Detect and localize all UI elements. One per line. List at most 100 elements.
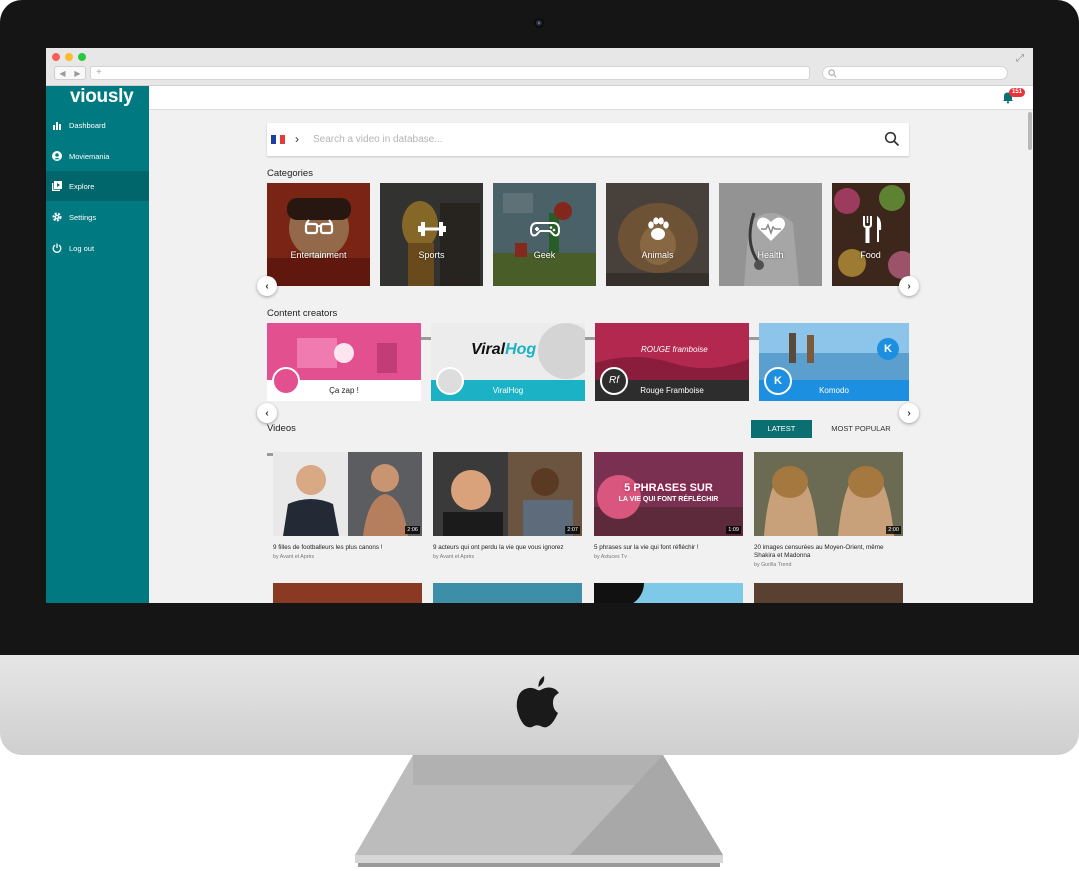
video-overlay-text: 5 PHRASES SUR [624, 482, 713, 494]
category-label: Animals [641, 250, 674, 260]
scrollbar-thumb[interactable] [1028, 112, 1032, 150]
page-scrollbar[interactable] [1027, 110, 1033, 603]
creators-next-button[interactable]: › [899, 403, 919, 423]
sidebar-item-explore[interactable]: Explore [46, 171, 149, 201]
viralhog-logo: ViralHog [471, 341, 537, 358]
sidebar-item-label: Settings [69, 212, 97, 222]
category-animals[interactable]: Animals [606, 183, 709, 286]
app-logo[interactable]: viously [70, 86, 134, 108]
categories-next-button[interactable]: › [899, 276, 919, 296]
video-author[interactable]: by Astuces Tv [594, 554, 743, 560]
tab-latest[interactable]: LATEST [751, 420, 812, 438]
creator-rouge-framboise[interactable]: ROUGE framboise Rouge Framboise Rf [595, 323, 749, 401]
sidebar-item-moviemania[interactable]: Moviemania [46, 141, 149, 171]
video-author[interactable]: by Avant et Après [273, 554, 422, 560]
screen: ◀ ▶ + ⤢ viously Dashboard Moviemania Exp… [46, 48, 1033, 603]
gear-icon [51, 211, 63, 223]
video-duration: 2:00 [886, 526, 901, 534]
video-card[interactable] [433, 583, 582, 603]
video-title[interactable]: 9 filles de footballeurs les plus canons… [273, 544, 422, 552]
categories-title: Categories [267, 168, 313, 179]
video-duration: 2:07 [565, 526, 580, 534]
back-arrow-icon[interactable]: ◀ [59, 69, 65, 78]
category-label: Sports [418, 250, 445, 260]
category-label: Entertainment [290, 250, 347, 260]
power-icon [51, 242, 63, 254]
category-food[interactable]: Food [832, 183, 910, 286]
creator-avatar: Rf [600, 367, 628, 395]
maximize-window-button[interactable] [78, 53, 86, 61]
video-card[interactable] [594, 583, 743, 603]
video-overlay-text: LA VIE QUI FONT RÉFLÉCHIR [618, 496, 719, 503]
video-card[interactable] [754, 583, 903, 603]
browser-search-field[interactable] [822, 66, 1008, 80]
search-input[interactable] [313, 131, 873, 148]
main-content: › Categories Entertainment Sports [149, 110, 1027, 603]
address-bar[interactable]: + [90, 66, 810, 80]
notification-badge: 151 [1009, 88, 1026, 97]
sidebar-item-dashboard[interactable]: Dashboard [46, 110, 149, 140]
creator-komodo[interactable]: K Komodo K [759, 323, 909, 401]
dumbbell-icon [418, 222, 446, 236]
heart-pulse-icon [757, 217, 785, 241]
creator-avatar [436, 367, 464, 395]
rouge-framboise-logo: ROUGE framboise [641, 345, 708, 354]
gamepad-icon [529, 222, 561, 237]
apple-logo-icon [516, 676, 559, 728]
video-thumbnail[interactable]: 2:00 [754, 452, 903, 536]
creator-viralhog[interactable]: ViralHog ViralHog [431, 323, 585, 401]
sidebar-item-label: Explore [69, 181, 95, 191]
creator-avatar: K [764, 367, 792, 395]
video-author[interactable]: by Gorilla Trend [754, 562, 903, 568]
sidebar-item-label: Moviemania [69, 151, 110, 161]
komodo-logo: K [877, 338, 899, 360]
sidebar-item-label: Dashboard [69, 120, 106, 130]
sidebar-item-label: Log out [69, 243, 95, 253]
france-flag-icon[interactable] [271, 135, 286, 144]
video-thumbnail[interactable]: 5 PHRASES SUR LA VIE QUI FONT RÉFLÉCHIR … [594, 452, 743, 536]
creator-ca-zap[interactable]: Ça zap ! [267, 323, 421, 401]
category-entertainment[interactable]: Entertainment [267, 183, 370, 286]
paw-icon [648, 217, 669, 240]
video-thumbnail[interactable]: 2:07 [433, 452, 582, 536]
video-card[interactable]: 2:00 20 images censurées au Moyen-Orient… [754, 452, 903, 568]
tab-most-popular[interactable]: MOST POPULAR [821, 420, 901, 438]
forward-arrow-icon[interactable]: ▶ [74, 69, 80, 78]
video-duration: 2:06 [405, 526, 420, 534]
creators-prev-button[interactable]: ‹ [257, 403, 277, 423]
videos-title: Videos [267, 423, 296, 434]
close-window-button[interactable] [52, 53, 60, 61]
bar-chart-icon [51, 119, 63, 131]
category-label: Geek [533, 250, 556, 260]
sidebar-item-settings[interactable]: Settings [46, 202, 149, 232]
video-title[interactable]: 5 phrases sur la vie qui font réfléchir … [594, 544, 743, 552]
video-duration: 1:09 [726, 526, 741, 534]
category-health[interactable]: Health [719, 183, 822, 286]
video-title[interactable]: 20 images censurées au Moyen-Orient, mêm… [754, 544, 903, 560]
category-sports[interactable]: Sports [380, 183, 483, 286]
browser-nav-buttons: ◀ ▶ [54, 66, 86, 80]
video-card[interactable]: 2:07 9 acteurs qui ont perdu la vie que … [433, 452, 582, 560]
creator-avatar [272, 367, 300, 395]
category-label: Health [757, 250, 784, 260]
new-tab-icon[interactable]: + [96, 67, 102, 78]
browser-toolbar: ◀ ▶ + ⤢ [46, 48, 1033, 86]
video-title[interactable]: 9 acteurs qui ont perdu la vie que vous … [433, 544, 582, 552]
monitor-stand [355, 755, 723, 867]
fullscreen-icon[interactable]: ⤢ [1016, 53, 1024, 64]
video-library-icon [51, 180, 63, 192]
search-icon[interactable] [884, 131, 900, 147]
video-card[interactable]: 5 PHRASES SUR LA VIE QUI FONT RÉFLÉCHIR … [594, 452, 743, 560]
category-geek[interactable]: Geek [493, 183, 596, 286]
minimize-window-button[interactable] [65, 53, 73, 61]
video-thumbnail[interactable]: 2:06 [273, 452, 422, 536]
video-author[interactable]: by Avant et Après [433, 554, 582, 560]
chevron-right-icon[interactable]: › [295, 132, 299, 146]
user-circle-icon [51, 150, 63, 162]
search-icon [828, 69, 837, 78]
sidebar-item-logout[interactable]: Log out [46, 233, 149, 263]
video-card[interactable]: 2:06 9 filles de footballeurs les plus c… [273, 452, 422, 560]
content-creators-title: Content creators [267, 308, 338, 319]
categories-prev-button[interactable]: ‹ [257, 276, 277, 296]
video-card[interactable] [273, 583, 422, 603]
